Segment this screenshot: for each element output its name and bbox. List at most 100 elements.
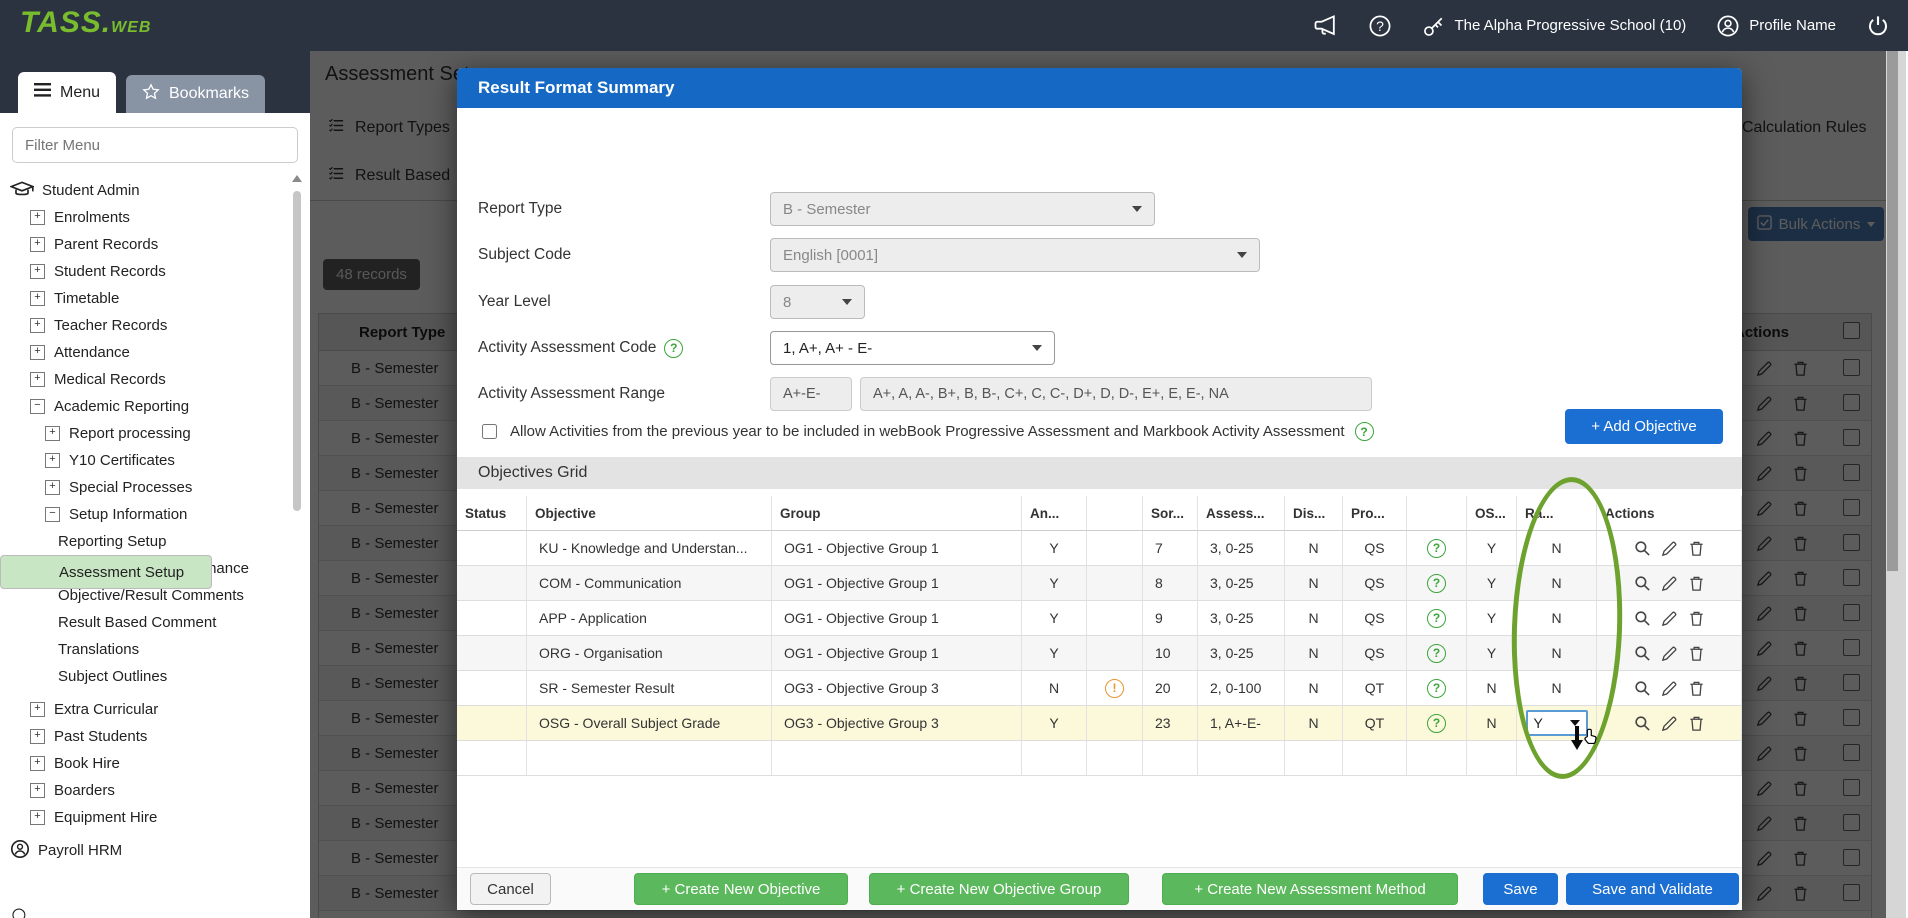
help-icon[interactable]: ? <box>1368 14 1392 38</box>
help-circle-icon[interactable]: ? <box>1355 422 1374 441</box>
edit-icon[interactable] <box>1661 645 1678 662</box>
sidebar-item-enrolments[interactable]: +Enrolments <box>0 204 292 231</box>
sidebar-item-extra-curricular[interactable]: +Extra Curricular <box>0 696 292 723</box>
create-new-assessment-method-button[interactable]: + Create New Assessment Method <box>1162 873 1458 905</box>
help-circle-icon[interactable]: ? <box>1427 714 1446 733</box>
sidebar-item-assessment-setup[interactable]: Assessment Setup <box>0 555 212 589</box>
edit-icon[interactable] <box>1661 715 1678 732</box>
sidebar-item-book-hire[interactable]: +Book Hire <box>0 750 292 777</box>
expand-icon[interactable]: + <box>30 318 45 333</box>
add-objective-button[interactable]: + Add Objective <box>1565 409 1723 444</box>
sidebar-item-teacher-records[interactable]: +Teacher Records <box>0 312 292 339</box>
sidebar-item-special-processes[interactable]: +Special Processes <box>0 474 292 501</box>
profile-menu[interactable]: Profile Name <box>1716 14 1836 38</box>
view-icon[interactable] <box>1634 645 1651 662</box>
collapse-icon[interactable]: − <box>45 507 60 522</box>
view-icon[interactable] <box>1634 680 1651 697</box>
expand-icon[interactable]: + <box>30 783 45 798</box>
save-and-validate-button[interactable]: Save and Validate <box>1566 873 1739 905</box>
power-icon[interactable] <box>1866 14 1890 38</box>
sidebar-item-parent-records[interactable]: +Parent Records <box>0 231 292 258</box>
sidebar-item-timetable[interactable]: +Timetable <box>0 285 292 312</box>
sidebar-item-payroll-hrm[interactable]: Payroll HRM <box>0 837 292 864</box>
objective-cell: COM - Communication <box>527 566 772 600</box>
help-circle-icon[interactable]: ? <box>1427 574 1446 593</box>
edit-icon[interactable] <box>1661 575 1678 592</box>
save-button[interactable]: Save <box>1483 873 1558 905</box>
collapse-icon[interactable]: − <box>30 399 45 414</box>
expand-icon[interactable]: + <box>30 729 45 744</box>
sidebar-item-academic-reporting[interactable]: −Academic Reporting <box>0 393 292 420</box>
sidebar-item-y10-certificates[interactable]: +Y10 Certificates <box>0 447 292 474</box>
view-icon[interactable] <box>1634 540 1651 557</box>
expand-icon[interactable]: + <box>30 291 45 306</box>
sidebar-item-attendance[interactable]: +Attendance <box>0 339 292 366</box>
help-circle-icon[interactable]: ? <box>1427 539 1446 558</box>
pro-cell: QS <box>1343 636 1407 670</box>
view-icon[interactable] <box>1634 715 1651 732</box>
delete-icon[interactable] <box>1688 645 1705 662</box>
expand-icon[interactable]: + <box>45 426 60 441</box>
edit-icon[interactable] <box>1661 610 1678 627</box>
sidebar-scroll-up-arrow[interactable] <box>292 175 302 182</box>
delete-icon[interactable] <box>1688 610 1705 627</box>
cancel-button[interactable]: Cancel <box>470 873 551 905</box>
sidebar-item-medical-records[interactable]: +Medical Records <box>0 366 292 393</box>
sidebar-item-subject-outlines[interactable]: Subject Outlines <box>0 663 292 690</box>
report-type-select[interactable]: B - Semester <box>770 192 1155 226</box>
sidebar-item-equipment-hire[interactable]: +Equipment Hire <box>0 804 292 831</box>
expand-icon[interactable]: + <box>30 756 45 771</box>
activity-assessment-code-select[interactable]: 1, A+, A+ - E- <box>770 331 1055 365</box>
megaphone-icon[interactable] <box>1313 13 1338 38</box>
sidebar-item-past-students[interactable]: +Past Students <box>0 723 292 750</box>
create-new-objective-button[interactable]: + Create New Objective <box>634 873 848 905</box>
expand-icon[interactable]: + <box>30 264 45 279</box>
sidebar-item-translations[interactable]: Translations <box>0 636 292 663</box>
tab-menu[interactable]: Menu <box>18 72 116 113</box>
expand-icon[interactable]: + <box>45 453 60 468</box>
school-selector[interactable]: The Alpha Progressive School (10) <box>1422 14 1687 38</box>
sidebar-scrollbar[interactable] <box>293 191 301 511</box>
help-circle-icon[interactable]: ? <box>664 339 683 358</box>
expand-icon[interactable]: + <box>30 372 45 387</box>
page-scrollbar-thumb[interactable] <box>1887 51 1898 571</box>
help-circle-icon[interactable]: ? <box>1427 679 1446 698</box>
tab-bookmarks[interactable]: Bookmarks <box>126 75 265 113</box>
help-circle-icon[interactable]: ? <box>1427 644 1446 663</box>
sidebar-item-setup-information[interactable]: −Setup Information <box>0 501 292 528</box>
sidebar-item-student-admin[interactable]: Student Admin <box>0 177 292 204</box>
expand-icon[interactable]: + <box>45 480 60 495</box>
expand-icon[interactable]: + <box>30 210 45 225</box>
help-circle-icon[interactable]: ? <box>1427 609 1446 628</box>
delete-icon[interactable] <box>1688 680 1705 697</box>
delete-icon[interactable] <box>1688 575 1705 592</box>
edit-icon[interactable] <box>1661 540 1678 557</box>
expand-icon[interactable]: + <box>30 810 45 825</box>
warn-cell <box>1087 706 1143 740</box>
sidebar-item-result-based-comment[interactable]: Result Based Comment <box>0 609 292 636</box>
sidebar-item-student-records[interactable]: +Student Records <box>0 258 292 285</box>
range-full-input[interactable]: A+, A, A-, B+, B, B-, C+, C, C-, D+, D, … <box>860 377 1372 411</box>
year-level-select[interactable]: 8 <box>770 285 865 319</box>
range-from-input[interactable]: A+-E- <box>770 377 852 411</box>
view-icon[interactable] <box>1634 610 1651 627</box>
svg-text:?: ? <box>1376 18 1384 34</box>
sidebar-item-boarders[interactable]: +Boarders <box>0 777 292 804</box>
expand-icon[interactable]: + <box>30 237 45 252</box>
view-icon[interactable] <box>1634 575 1651 592</box>
filter-menu-input[interactable] <box>12 127 298 163</box>
subject-code-select[interactable]: English [0001] <box>770 238 1260 272</box>
expand-icon[interactable]: + <box>30 702 45 717</box>
allow-activities-checkbox[interactable] <box>482 424 497 439</box>
page-scrollbar[interactable] <box>1886 51 1906 918</box>
edit-icon[interactable] <box>1661 680 1678 697</box>
create-new-objective-group-button[interactable]: + Create New Objective Group <box>869 873 1129 905</box>
delete-icon[interactable] <box>1688 540 1705 557</box>
sidebar-item-reporting-setup[interactable]: Reporting Setup <box>0 528 292 555</box>
sidebar-item-report-processing[interactable]: +Report processing <box>0 420 292 447</box>
help-cell: ? <box>1407 706 1467 740</box>
delete-icon[interactable] <box>1688 715 1705 732</box>
sidebar-item-label: Subject Outlines <box>58 668 167 685</box>
pro-cell: QT <box>1343 706 1407 740</box>
expand-icon[interactable]: + <box>30 345 45 360</box>
